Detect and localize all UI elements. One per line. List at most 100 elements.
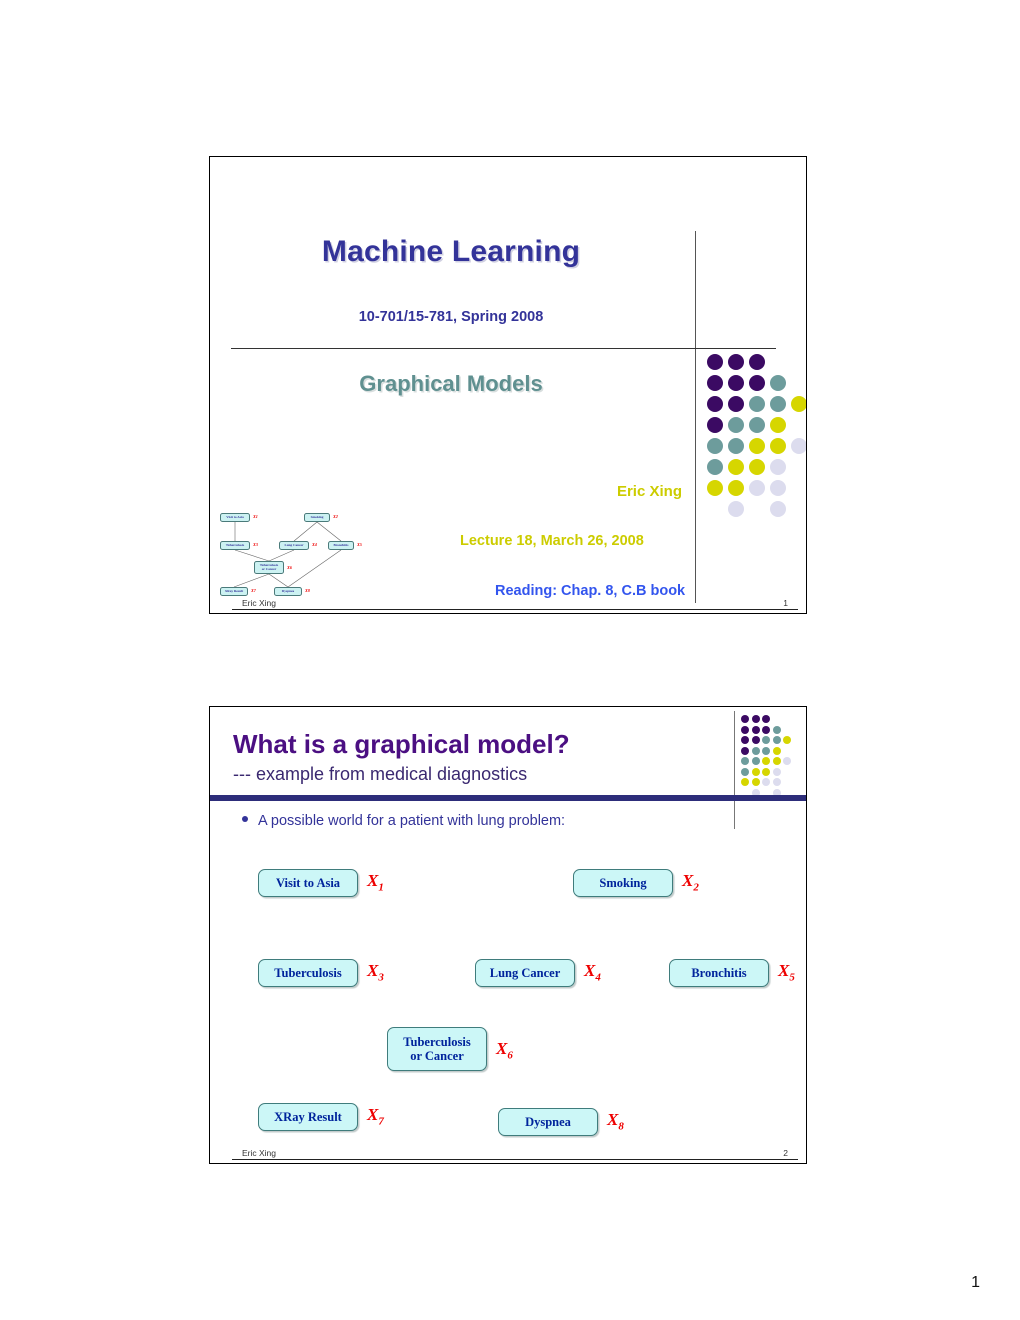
slide1-vertical-divider [695, 231, 696, 603]
decorative-dot [749, 354, 765, 370]
bayes-net-node: Tuberculosis or Cancer [387, 1027, 487, 1071]
decorative-dot [751, 715, 760, 723]
decorative-dot [707, 396, 723, 412]
decorative-dot [762, 757, 770, 765]
decorative-dot [762, 767, 770, 776]
mini-bayes-net-node-variable-label: X5 [357, 542, 362, 547]
decorative-dot [772, 736, 781, 744]
decorative-dot-grid [741, 715, 791, 795]
decorative-dot-grid [707, 354, 806, 517]
decorative-dot [728, 375, 744, 391]
decorative-dot [728, 480, 744, 496]
mini-bayes-net-node: Bronchitis [328, 541, 354, 550]
decorative-dot [770, 501, 786, 517]
decorative-dot [751, 757, 760, 765]
slide2-bullet-text: A possible world for a patient with lung… [258, 813, 566, 829]
decorative-dot [751, 746, 760, 755]
decorative-dot [749, 438, 765, 454]
slide1-course-code: 10-701/15-781, Spring 2008 [358, 309, 544, 325]
slide1-footer: Eric Xing 1 [210, 593, 806, 613]
decorative-dot [770, 438, 786, 454]
mini-bayes-net-node-variable-label: X2 [333, 514, 338, 519]
decorative-dot [770, 480, 786, 496]
bayes-net-node: Tuberculosis [258, 959, 358, 987]
decorative-dot [772, 767, 781, 776]
decorative-dot [751, 788, 760, 795]
slide1-footer-rule [232, 609, 798, 610]
decorative-dot [751, 736, 760, 744]
decorative-dot [762, 746, 770, 755]
decorative-dot [770, 396, 786, 412]
decorative-dot [772, 725, 781, 734]
mini-bayes-net-node: Tuberculosis [220, 541, 250, 550]
decorative-dot [772, 757, 781, 765]
slide2-footer-number: 2 [783, 1148, 788, 1158]
slide1-main-title: Machine Learning [321, 235, 581, 268]
decorative-dot [728, 438, 744, 454]
slide1-lecture-info: Lecture 18, March 26, 2008 [460, 533, 644, 549]
decorative-dot [728, 501, 744, 517]
slide1-author: Eric Xing [616, 483, 682, 500]
slide1-mini-bayes-net-diagram: Visit to Asia X1 Smoking X2 Tuberculosis X3 Lu… [216, 507, 396, 605]
decorative-dot [741, 736, 749, 744]
mini-bayes-net-node-variable-label: X4 [312, 542, 317, 547]
bayes-net-node: Visit to Asia [258, 869, 358, 897]
decorative-dot [762, 778, 770, 786]
decorative-dot [741, 715, 749, 723]
mini-bayes-net-node: Lung Cancer [279, 541, 309, 550]
decorative-dot [728, 396, 744, 412]
slide2-vertical-divider [734, 711, 735, 829]
slide1-footer-number: 1 [783, 598, 788, 608]
slide1-horizontal-divider [231, 348, 776, 349]
decorative-dot [728, 459, 744, 475]
slide2-title: What is a graphical model? [233, 729, 570, 759]
slide-2-graphical-model-slide: What is a graphical model? --- example f… [209, 706, 807, 1164]
decorative-dot [762, 736, 770, 744]
decorative-dot [728, 354, 744, 370]
decorative-dot [772, 788, 781, 795]
decorative-dot [791, 396, 806, 412]
decorative-dot [741, 757, 749, 765]
decorative-dot [741, 767, 749, 776]
page-number: 1 [971, 1274, 980, 1291]
decorative-dot [749, 417, 765, 433]
decorative-dot [783, 736, 791, 744]
bayes-net-node-variable-label: X7 [367, 1105, 384, 1128]
bayes-net-node: Smoking [573, 869, 673, 897]
bayes-net-node-variable-label: X6 [496, 1039, 513, 1062]
decorative-dot [707, 417, 723, 433]
mini-bayes-net-node-variable-label: X6 [287, 565, 292, 570]
mini-bayes-net-node-variable-label: X3 [253, 542, 258, 547]
slide-1-title-slide: Machine Learning 10-701/15-781, Spring 2… [209, 156, 807, 614]
decorative-dot [741, 725, 749, 734]
decorative-dot [741, 778, 749, 786]
decorative-dot [770, 375, 786, 391]
printed-slide-handout-page: Machine Learning 10-701/15-781, Spring 2… [0, 0, 1020, 1320]
decorative-dot [751, 778, 760, 786]
slide2-bullet-row: A possible world for a patient with lung… [242, 813, 762, 829]
decorative-dot [707, 438, 723, 454]
slide1-topic-title: Graphical Models [359, 371, 543, 396]
decorative-dot [707, 459, 723, 475]
bayes-net-node: XRay Result [258, 1103, 358, 1131]
decorative-dot [762, 715, 770, 723]
slide2-footer-rule [232, 1159, 798, 1160]
decorative-dot [751, 767, 760, 776]
decorative-dot [741, 746, 749, 755]
bayes-net-node-variable-label: X4 [584, 961, 601, 984]
bayes-net-node-variable-label: X2 [682, 871, 699, 894]
slide1-footer-name: Eric Xing [242, 598, 277, 608]
decorative-dot [749, 459, 765, 475]
decorative-dot [770, 417, 786, 433]
mini-bayes-net-node-variable-label: X1 [253, 514, 258, 519]
bayes-net-node: Lung Cancer [475, 959, 575, 987]
decorative-dot [762, 725, 770, 734]
decorative-dot [728, 417, 744, 433]
bayes-net-node-variable-label: X5 [778, 961, 795, 984]
decorative-dot [770, 459, 786, 475]
slide2-subtitle: --- example from medical diagnostics [233, 764, 528, 784]
slide2-title-underbar [210, 795, 806, 801]
slide2-footer-name: Eric Xing [242, 1148, 277, 1158]
bayes-net-node: Bronchitis [669, 959, 769, 987]
mini-bayes-net-node: Tuberculosis or Cancer [254, 561, 284, 574]
